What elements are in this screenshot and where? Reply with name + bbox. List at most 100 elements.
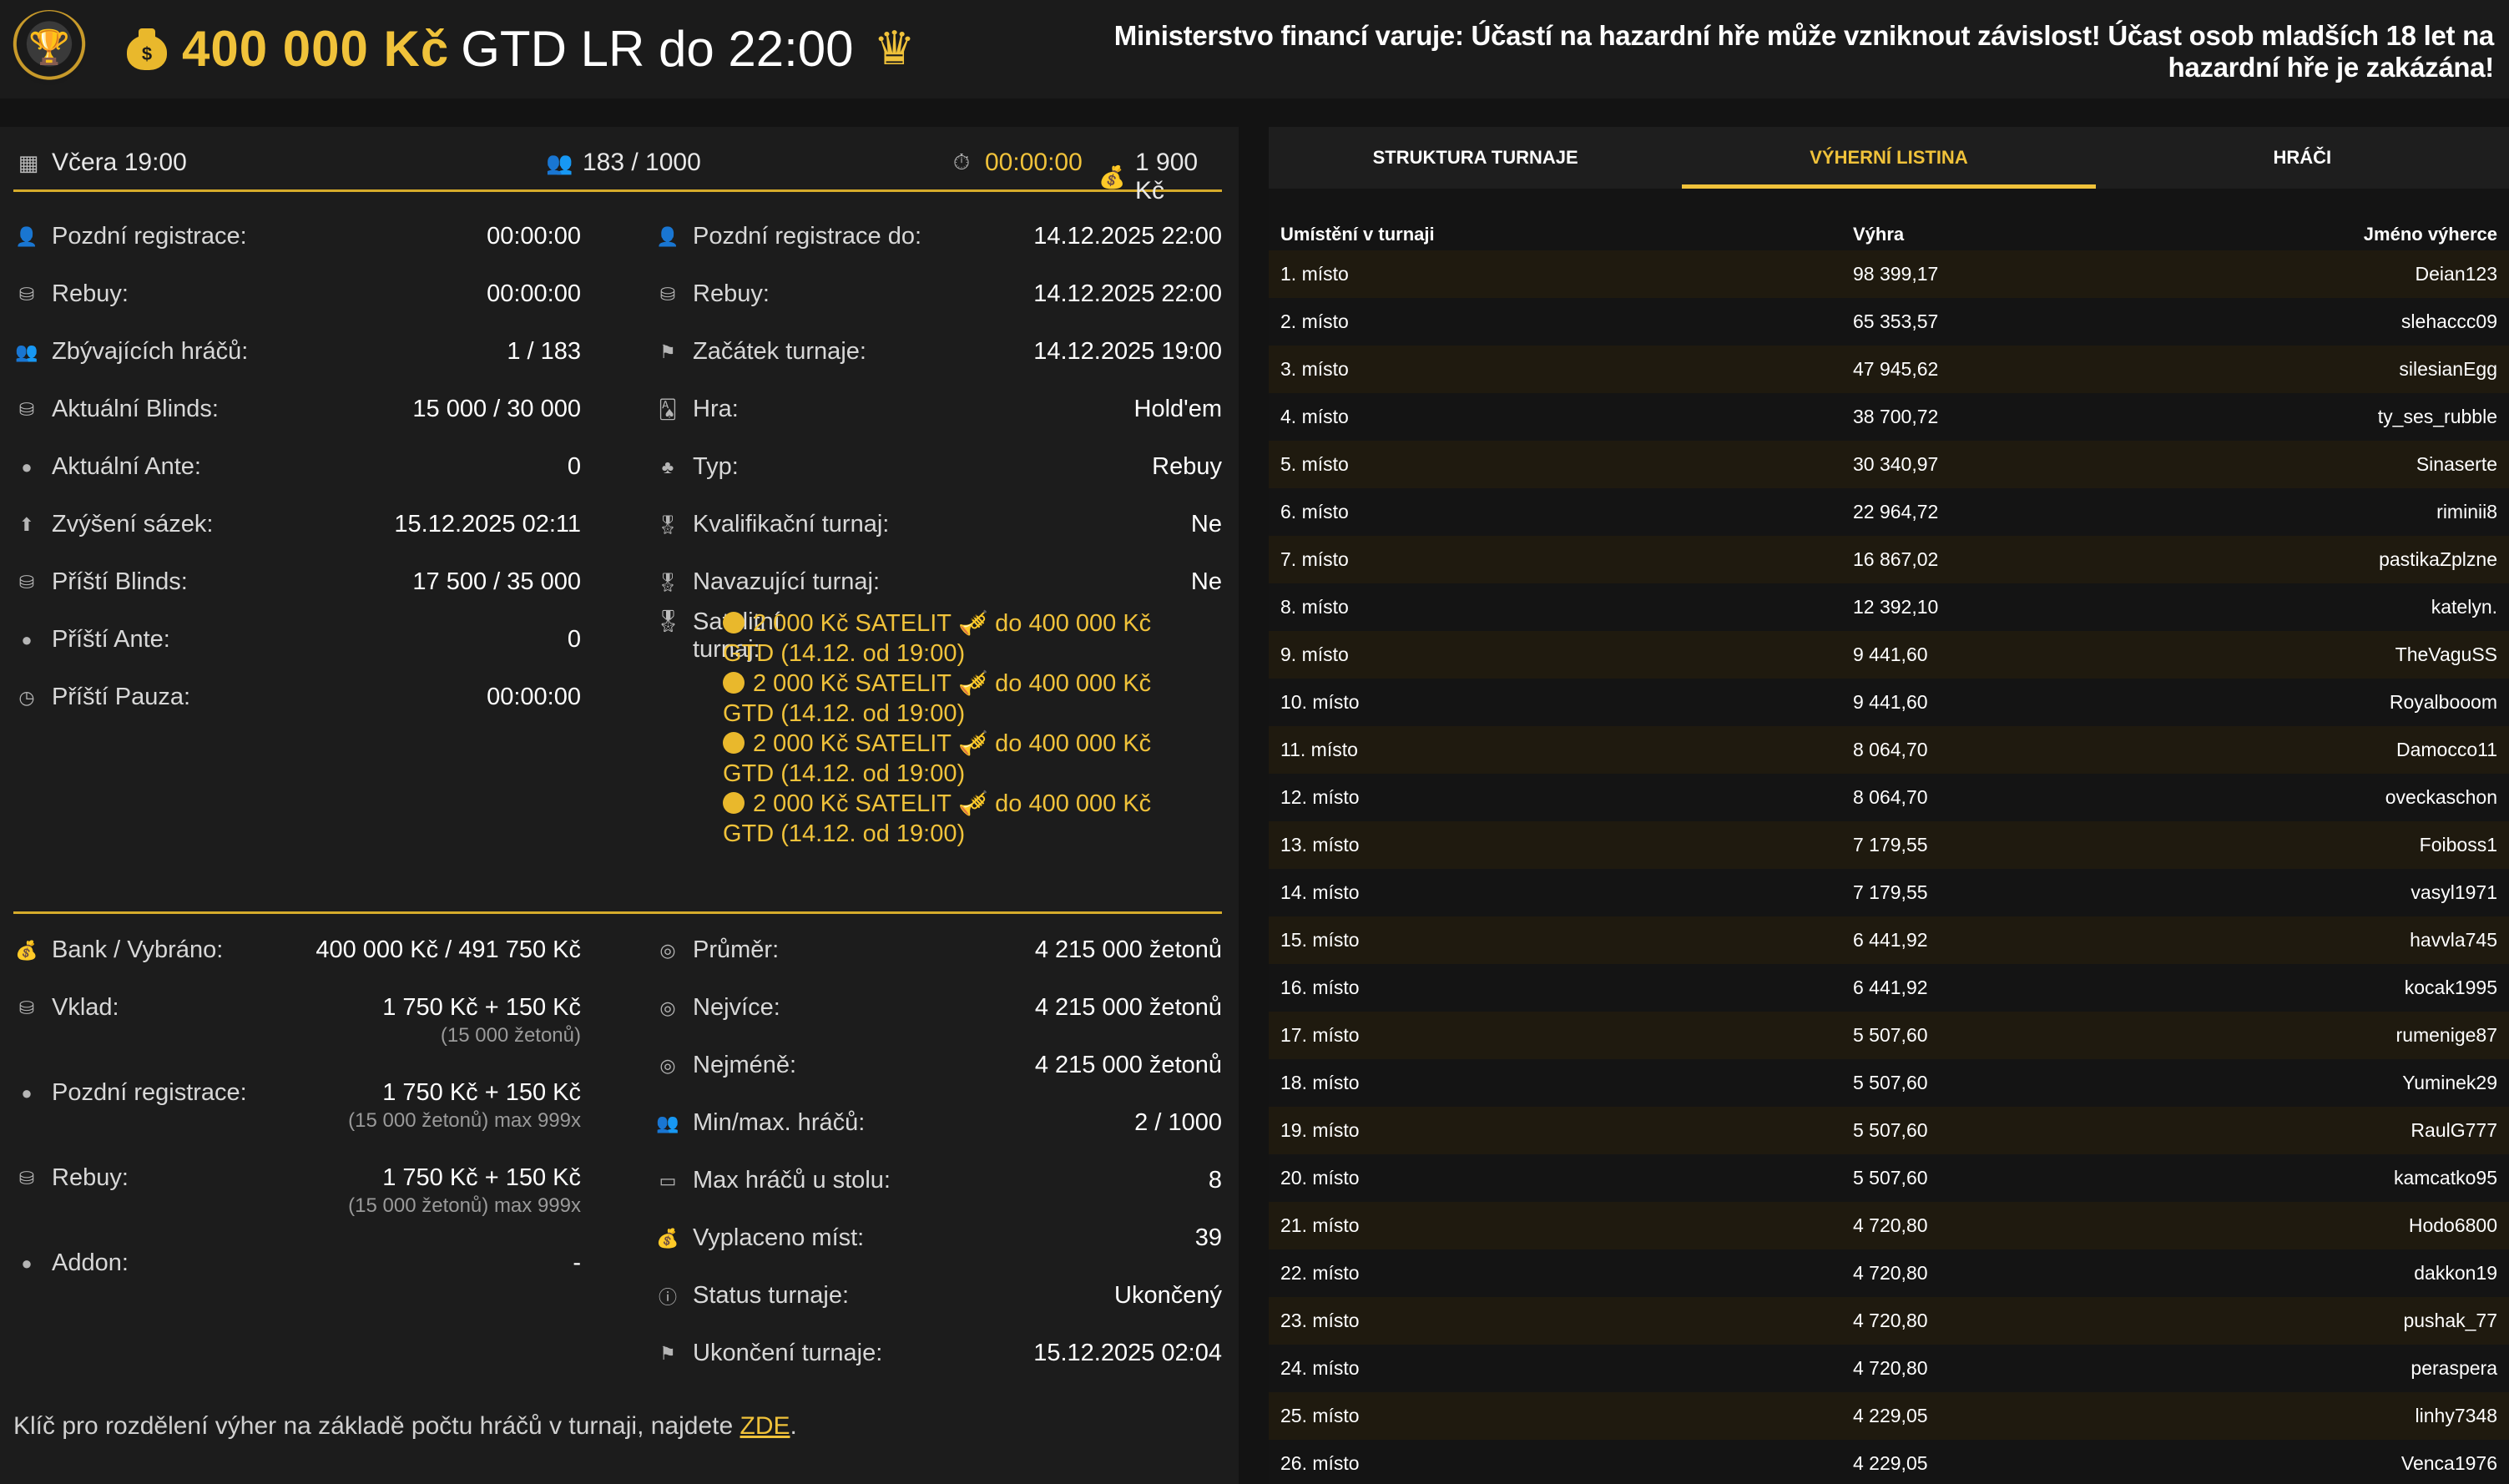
- trumpet-icon: 🎺: [958, 730, 989, 757]
- info-value: -: [573, 1249, 581, 1276]
- info-label-text: Začátek turnaje:: [693, 338, 866, 365]
- money-bag-icon: [723, 672, 745, 694]
- info-value: 39: [1194, 1224, 1222, 1251]
- info-value: Ne: [1190, 568, 1222, 595]
- info-label-text: Typ:: [693, 453, 739, 480]
- info-label-text: Kvalifikační turnaj:: [693, 511, 890, 538]
- ante-chip-icon: ●: [21, 628, 33, 650]
- satellite-link[interactable]: 2 000 Kč SATELIT 🎺 do 400 000 Kč GTD (14.12…: [723, 789, 1222, 849]
- info-label: ◎ Nejméně:: [654, 1052, 796, 1079]
- info-label: 👤 Pozdní registrace:: [13, 223, 246, 250]
- title-name: GTD LR do 22:00: [461, 20, 854, 77]
- trophy-logo-icon[interactable]: 🏆: [12, 10, 87, 85]
- start-date: ▦ Včera 19:00: [15, 149, 187, 177]
- info-label: ● Pozdní registrace:: [13, 1079, 247, 1107]
- trumpet-icon: 🎺: [958, 670, 989, 697]
- table-row: 21. místo 4 720,80 Hodo6800: [1269, 1202, 2509, 1249]
- info-label-text: Aktuální Blinds:: [52, 396, 219, 422]
- place-cell: 12. místo: [1280, 786, 1360, 808]
- info-row: ● Pozdní registrace: 1 750 Kč + 150 Kč (15 …: [13, 1079, 581, 1132]
- place-cell: 24. místo: [1280, 1357, 1360, 1379]
- payout-key-link[interactable]: ZDE: [740, 1412, 790, 1440]
- info-value: 17 500 / 35 000: [412, 568, 581, 595]
- level-up-icon: ⬆: [18, 513, 35, 535]
- table-row: 20. místo 5 507,60 kamcatko95: [1269, 1154, 2509, 1202]
- blinds-chips-icon: ⛁: [18, 398, 35, 420]
- info-value: 15.12.2025 02:11: [394, 511, 581, 538]
- tab-players[interactable]: HRÁČI: [2095, 127, 2509, 189]
- rebuy-chips-icon: ⛁: [18, 283, 35, 305]
- ante-chip-icon: ●: [21, 456, 33, 477]
- info-label-text: Vklad:: [52, 994, 119, 1021]
- table-row: 22. místo 4 720,80 dakkon19: [1269, 1249, 2509, 1297]
- info-label-text: Rebuy:: [52, 1164, 129, 1191]
- info-value: 00:00:00: [487, 280, 581, 307]
- info-row: 👥 Zbývajících hráčů: 1 / 183: [13, 338, 581, 371]
- info-label: ⛁ Rebuy:: [13, 280, 129, 308]
- place-cell: 3. místo: [1280, 358, 1349, 380]
- info-label-text: Navazující turnaj:: [693, 568, 881, 595]
- stack-info-column: ◎ Průměr: 4 215 000 žetonů ◎ Nejvíce: 4 215 0…: [654, 936, 1222, 1404]
- win-cell: 4 720,80: [1853, 1262, 1928, 1284]
- win-cell: 5 507,60: [1853, 1072, 1928, 1093]
- info-label: ◷ Příští Pauza:: [13, 684, 190, 711]
- info-value: 4 215 000 žetonů: [1034, 936, 1222, 963]
- tab-structure[interactable]: STRUKTURA TURNAJE: [1269, 127, 1683, 189]
- info-label: ◎ Průměr:: [654, 936, 779, 964]
- satellite-link[interactable]: 2 000 Kč SATELIT 🎺 do 400 000 Kč GTD (14.12…: [723, 729, 1222, 789]
- info-value: 1 750 Kč + 150 Kč: [382, 1164, 581, 1191]
- info-label-text: Pozdní registrace:: [52, 1079, 247, 1106]
- payout-table-header: Umístění v turnaji Výhra Jméno výherce: [1269, 217, 2509, 250]
- info-label: ▭ Max hráčů u stolu:: [654, 1167, 891, 1194]
- info-label-text: Nejvíce:: [693, 994, 780, 1021]
- info-label: 🎖 Navazující turnaj:: [654, 568, 880, 596]
- info-row: ⓘ Status turnaje: Ukončený: [654, 1282, 1222, 1315]
- table-row: 17. místo 5 507,60 rumenige87: [1269, 1012, 2509, 1059]
- place-cell: 8. místo: [1280, 596, 1349, 618]
- place-cell: 5. místo: [1280, 453, 1349, 475]
- place-cell: 25. místo: [1280, 1405, 1360, 1426]
- table-row: 25. místo 4 229,05 linhy7348: [1269, 1392, 2509, 1440]
- users-icon: 👥: [656, 1112, 679, 1133]
- tournament-info-panel: ▦ Včera 19:00 👥 183 / 1000 ⏱ 00:00:00 💰 1 90…: [0, 127, 1239, 1484]
- info-row: ⛁ Příští Blinds: 17 500 / 35 000: [13, 568, 581, 602]
- winner-name-cell: Royalbooom: [2389, 691, 2497, 713]
- start-date-value: Včera 19:00: [52, 149, 187, 176]
- info-value: 14.12.2025 22:00: [1033, 280, 1222, 307]
- satellite-link[interactable]: 2 000 Kč SATELIT 🎺 do 400 000 Kč GTD (14.12…: [723, 608, 1222, 669]
- blinds-chips-icon: ⛁: [18, 571, 35, 593]
- info-row: ● Aktuální Ante: 0: [13, 453, 581, 487]
- tab-payouts[interactable]: VÝHERNÍ LISTINA: [1682, 127, 2096, 189]
- info-label: 💰 Bank / Vybráno:: [13, 936, 223, 964]
- table-row: 7. místo 16 867,02 pastikaZplzne: [1269, 536, 2509, 583]
- satellite-link[interactable]: 2 000 Kč SATELIT 🎺 do 400 000 Kč GTD (14.12…: [723, 669, 1222, 729]
- info-label: ⛁ Aktuální Blinds:: [13, 396, 219, 423]
- winner-name-cell: Foiboss1: [2419, 834, 2497, 856]
- info-row: ⛁ Vklad: 1 750 Kč + 150 Kč (15 000 žetonů): [13, 994, 581, 1047]
- info-row: 🂡 Hra: Hold'em: [654, 396, 1222, 429]
- winner-name-cell: Damocco11: [2395, 739, 2497, 760]
- tab-bar: STRUKTURA TURNAJE VÝHERNÍ LISTINA HRÁČI: [1269, 127, 2509, 189]
- trumpet-icon: 🎺: [958, 790, 989, 817]
- table-row: 19. místo 5 507,60 RaulG777: [1269, 1107, 2509, 1154]
- user-plus-icon: 👤: [656, 225, 679, 247]
- winner-name-cell: peraspera: [2411, 1357, 2497, 1379]
- info-value: 15 000 / 30 000: [412, 396, 581, 422]
- section-divider: [13, 911, 1222, 914]
- average-chip-icon: ◎: [659, 939, 676, 961]
- info-value: 14.12.2025 19:00: [1033, 338, 1222, 365]
- info-value: 0: [567, 453, 581, 480]
- winner-name-cell: TheVaguSS: [2395, 644, 2497, 665]
- money-bag-icon: [723, 792, 745, 814]
- info-label-text: Rebuy:: [693, 280, 770, 307]
- info-label-text: Ukončení turnaje:: [693, 1340, 883, 1366]
- info-label-text: Rebuy:: [52, 280, 129, 307]
- info-label-text: Status turnaje:: [693, 1282, 849, 1309]
- satellite-target-detail: GTD (14.12. od 19:00): [723, 760, 966, 787]
- place-cell: 10. místo: [1280, 691, 1360, 713]
- timer-value: 00:00:00: [985, 149, 1083, 176]
- winner-name-cell: RaulG777: [2411, 1119, 2497, 1141]
- money-bag-icon: 💰: [1098, 164, 1126, 189]
- info-value: 400 000 Kč / 491 750 Kč: [316, 936, 581, 963]
- winner-name-cell: kamcatko95: [2393, 1167, 2497, 1189]
